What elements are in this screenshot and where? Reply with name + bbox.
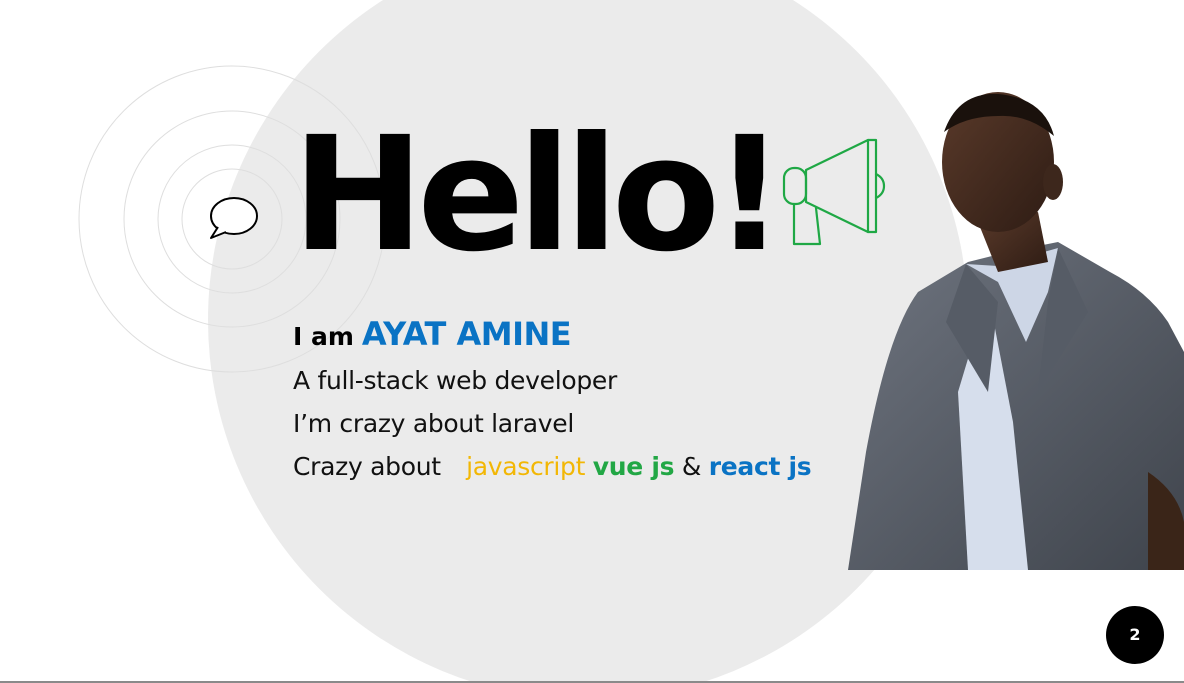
tech-line: Crazy about javascript vue js & react js bbox=[293, 445, 873, 488]
portrait-photo bbox=[848, 92, 1184, 570]
hello-heading: Hello! bbox=[292, 103, 785, 287]
developer-name: AYAT AMINE bbox=[361, 315, 572, 353]
intro-text-block: I am AYAT AMINE A full-stack web develop… bbox=[293, 312, 873, 488]
speech-bubble-icon bbox=[210, 197, 258, 239]
crazy-about-label: Crazy about bbox=[293, 452, 441, 481]
keyword-javascript: javascript bbox=[466, 452, 586, 481]
slide: Hello! I am AYAT AMINE A full-stack web … bbox=[0, 0, 1184, 683]
keyword-vue-js: vue js bbox=[592, 452, 675, 481]
i-am-label: I am bbox=[293, 322, 354, 351]
page-number-badge: 2 bbox=[1106, 606, 1164, 664]
ampersand: & bbox=[681, 452, 702, 481]
laravel-line: I’m crazy about laravel bbox=[293, 409, 574, 438]
name-line: I am AYAT AMINE bbox=[293, 312, 873, 359]
role-line: A full-stack web developer bbox=[293, 366, 617, 395]
keyword-react-js: react js bbox=[708, 452, 812, 481]
